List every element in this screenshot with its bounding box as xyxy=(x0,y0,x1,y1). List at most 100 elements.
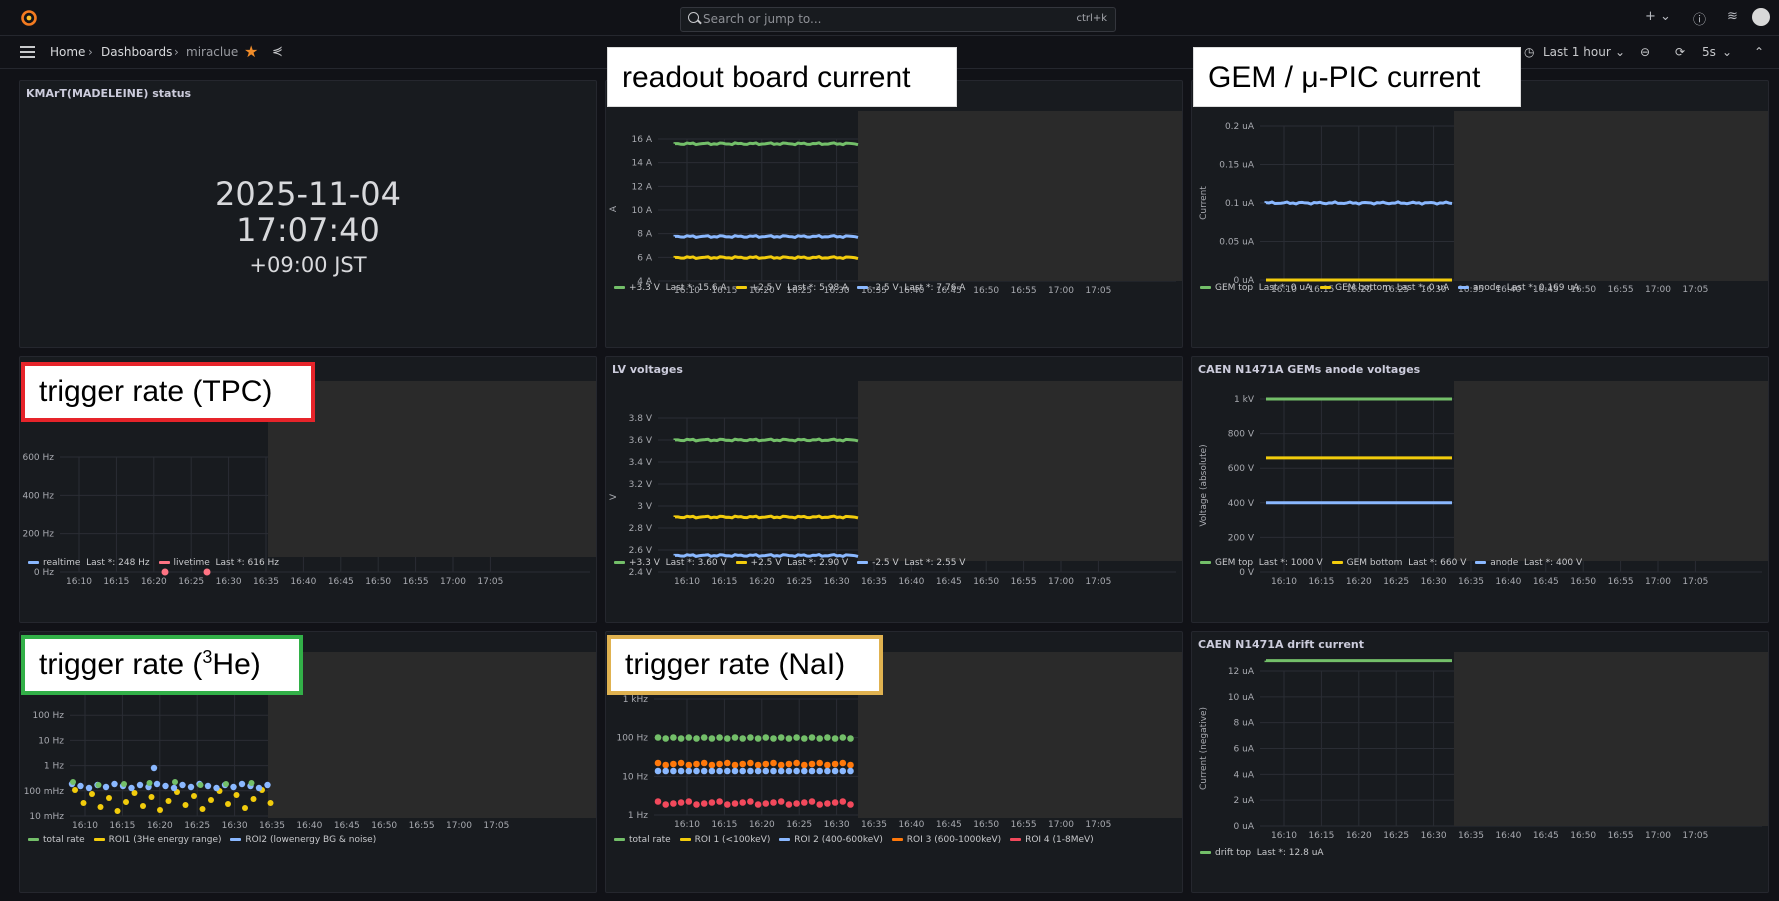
y-tick-label: 6 A xyxy=(637,253,653,263)
legend-label[interactable]: livetime xyxy=(174,558,210,568)
x-tick-label: 17:00 xyxy=(1645,285,1671,295)
series-point-roi2 xyxy=(770,767,777,775)
panel-title: KMArT(MADELEINE) status xyxy=(26,87,192,100)
legend-label[interactable]: +2.5 V xyxy=(751,558,782,568)
legend-label[interactable]: ROI 3 (600-1000keV) xyxy=(907,835,1001,845)
zoom-out-icon[interactable]: ⊖ xyxy=(1640,45,1650,59)
grafana-logo-icon[interactable] xyxy=(20,9,38,27)
gem-current-chart[interactable]: 0.2 uA0.15 uA0.1 uA0.05 uA0 uA16:10 16:15… xyxy=(1192,81,1769,348)
x-tick-label: 17:05 xyxy=(483,821,509,831)
chevron-down-icon[interactable]: ⌄ xyxy=(1615,45,1625,59)
menu-icon[interactable] xyxy=(20,46,35,58)
series-point-total-rate xyxy=(654,734,662,741)
y-tick-label: 3.8 V xyxy=(629,414,653,424)
x-tick-label: 16:50 xyxy=(1570,577,1596,587)
series-point-roi4 xyxy=(777,798,785,805)
legend-label[interactable]: GEM bottom xyxy=(1347,558,1403,568)
series-point-roi1 xyxy=(250,796,257,802)
series-point-roi3 xyxy=(677,759,685,767)
series-point-total-rate xyxy=(95,782,102,788)
series-point-roi3 xyxy=(724,759,731,767)
legend-label[interactable]: GEM top xyxy=(1215,558,1253,568)
search-icon xyxy=(688,12,699,23)
legend-label[interactable]: GEM bottom xyxy=(1335,283,1391,293)
help-icon[interactable]: ⓘ xyxy=(1693,9,1706,28)
legend-swatch xyxy=(1200,286,1211,289)
legend-label[interactable]: drift top xyxy=(1215,848,1251,858)
x-tick-label: 17:00 xyxy=(1048,577,1074,587)
series-point-roi1 xyxy=(165,798,172,804)
lv-voltages-chart[interactable]: 3.8 V 3.6 V 3.4 V 3.2 V 3 V 2.8 V 2.6 V 2.4 V 16… xyxy=(606,357,1183,623)
y-tick-label: 12 uA xyxy=(1228,667,1255,677)
legend-label[interactable]: -2.5 V xyxy=(872,558,899,568)
series-point-roi3 xyxy=(708,761,716,769)
series-point-total-rate xyxy=(747,734,754,741)
legend-label[interactable]: ROI 4 (1-8MeV) xyxy=(1025,835,1094,845)
series-point-roi1 xyxy=(225,801,231,807)
legend-label[interactable]: total rate xyxy=(43,835,85,845)
series-point-livetime xyxy=(161,568,169,576)
legend-swatch xyxy=(891,838,903,841)
share-icon[interactable]: ⋞ xyxy=(272,44,283,59)
x-tick-label: 16:25 xyxy=(1383,577,1409,587)
series-point-roi3 xyxy=(700,759,708,767)
series-line-minus2v5 xyxy=(673,233,859,239)
breadcrumb-dashboards[interactable]: Dashboards xyxy=(101,45,172,59)
legend-label[interactable]: ROI 2 (400-600keV) xyxy=(794,835,883,845)
legend-last: Last *: 248 Hz xyxy=(86,558,150,568)
series-point-total-rate xyxy=(785,735,793,742)
series-point-roi2 xyxy=(136,781,144,789)
plus-icon[interactable]: + ⌄ xyxy=(1645,9,1671,24)
legend-label[interactable]: total rate xyxy=(629,835,671,845)
legend-label[interactable]: -2.5 V xyxy=(872,283,899,293)
series-point-roi2 xyxy=(111,780,118,788)
collapse-icon[interactable]: ⌃ xyxy=(1754,45,1764,59)
search-input[interactable]: Search or jump to... ctrl+k xyxy=(680,7,1116,32)
refresh-icon[interactable]: ⟳ xyxy=(1675,45,1685,59)
series-point-roi4 xyxy=(708,799,716,806)
series-point-total-rate xyxy=(70,779,76,785)
y-tick-label: 8 A xyxy=(637,230,653,240)
legend-last: Last *: 3.60 V xyxy=(665,558,727,568)
legend-label[interactable]: realtime xyxy=(43,558,80,568)
legend-label[interactable]: anode xyxy=(1473,283,1501,293)
chevron-down-icon[interactable]: ⌄ xyxy=(1722,45,1732,59)
legend-label[interactable]: +3.3 V xyxy=(629,558,660,568)
series-point-roi2 xyxy=(238,780,246,788)
y-tick-label: 0.05 uA xyxy=(1219,238,1255,248)
series-point-roi4 xyxy=(831,799,839,806)
legend-label[interactable]: +3.3 V xyxy=(629,283,660,293)
rss-icon[interactable]: ≋ xyxy=(1727,9,1738,24)
status-time: 17:07:40 xyxy=(236,211,380,249)
legend-label[interactable]: anode xyxy=(1490,558,1518,568)
series-point-roi1 xyxy=(140,803,146,809)
legend-label[interactable]: GEM top xyxy=(1215,283,1253,293)
user-avatar-icon[interactable] xyxy=(1752,8,1770,26)
series-point-total-rate xyxy=(816,735,823,742)
series-point-roi3 xyxy=(793,759,800,767)
time-range-picker[interactable]: Last 1 hour xyxy=(1543,45,1611,59)
star-icon[interactable]: ★ xyxy=(244,42,258,61)
x-tick-label: 16:30 xyxy=(222,821,248,831)
legend-label[interactable]: ROI1 (3He energy range) xyxy=(109,835,222,845)
legend-label[interactable]: +2.5 V xyxy=(751,283,782,293)
gem-voltages-chart[interactable]: 1 kV 800 V 600 V 400 V 200 V 0 V 16:10 16:15 16:… xyxy=(1192,357,1769,623)
series-point-roi2 xyxy=(777,767,785,775)
series-point-roi2 xyxy=(839,767,847,775)
callout-he3-superscript: 3 xyxy=(202,647,213,667)
series-point-roi2 xyxy=(754,767,762,775)
x-tick-label: 16:30 xyxy=(216,577,242,587)
legend-label[interactable]: ROI 1 (<100keV) xyxy=(695,835,771,845)
readout-current-chart[interactable]: 16 A14 A12 A10 A8 A6 A4 A16:10 16:15 16:20… xyxy=(606,81,1183,348)
status-panel: KMArT(MADELEINE) status 2025-11-04 17:07… xyxy=(19,80,597,348)
x-tick-label: 16:25 xyxy=(786,820,812,830)
series-point-roi4 xyxy=(670,800,677,807)
series-point-roi4 xyxy=(747,798,754,805)
legend-label[interactable]: ROI2 (lowenergy BG & noise) xyxy=(245,835,376,845)
refresh-interval-picker[interactable]: 5s xyxy=(1702,45,1716,59)
legend-swatch xyxy=(28,838,39,841)
breadcrumb-home[interactable]: Home xyxy=(50,45,85,59)
y-tick-label: 600 V xyxy=(1228,464,1255,474)
legend-swatch xyxy=(1458,286,1470,289)
series-point-total-rate xyxy=(172,779,178,785)
